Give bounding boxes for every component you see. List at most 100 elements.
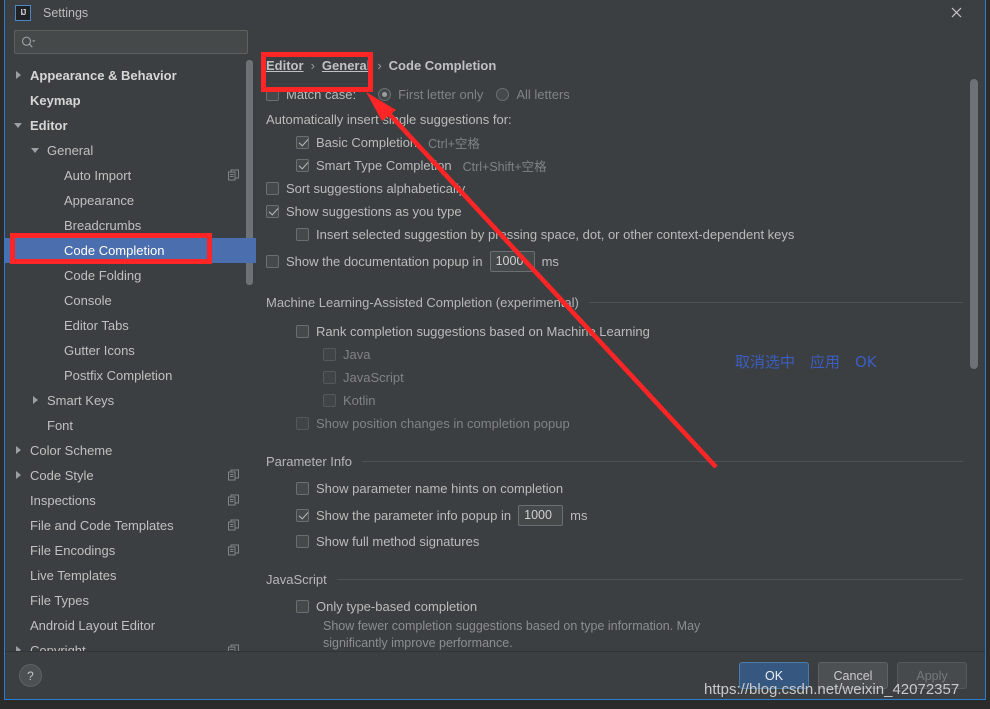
sidebar-item-breadcrumbs[interactable]: Breadcrumbs (5, 213, 256, 238)
sidebar-item-live-templates[interactable]: Live Templates (5, 563, 256, 588)
show-as-you-type-checkbox[interactable] (266, 205, 279, 218)
insert-selected-checkbox[interactable] (296, 228, 309, 241)
copy-icon[interactable] (228, 543, 239, 558)
apply-button[interactable]: Apply (897, 662, 967, 689)
breadcrumb: Editor › General › Code Completion (266, 58, 496, 73)
sidebar-item-inspections[interactable]: Inspections (5, 488, 256, 513)
ml-javascript-row: JavaScript (266, 366, 963, 389)
sidebar-item-android-layout-editor[interactable]: Android Layout Editor (5, 613, 256, 638)
match-case-checkbox[interactable] (266, 87, 279, 101)
first-letter-only-radio[interactable] (378, 87, 392, 101)
copy-icon[interactable] (228, 168, 239, 183)
sidebar-item-label: Code Completion (64, 243, 165, 258)
sidebar-item-copyright[interactable]: Copyright (5, 638, 256, 651)
basic-completion-checkbox[interactable] (296, 136, 309, 149)
ml-javascript-checkbox[interactable] (323, 371, 336, 384)
doc-popup-unit: ms (541, 253, 559, 269)
sidebar-item-auto-import[interactable]: Auto Import (5, 163, 256, 188)
section-divider (362, 460, 963, 462)
chevron-right-icon[interactable] (31, 395, 42, 406)
ml-rank-checkbox[interactable] (296, 325, 309, 338)
copy-icon[interactable] (228, 643, 239, 651)
settings-dialog: IJ Settings Appearance & Behavior Keymap… (4, 0, 986, 700)
sidebar-item-keymap[interactable]: Keymap (5, 88, 256, 113)
chevron-right-icon[interactable] (14, 70, 25, 81)
help-button[interactable]: ? (19, 664, 42, 687)
sidebar-item-label: Appearance (64, 193, 135, 208)
javascript-section-header: JavaScript (266, 569, 963, 589)
search-container (5, 25, 256, 60)
param-info-popup-label: Show the parameter info popup in (316, 507, 512, 523)
sidebar-item-console[interactable]: Console (5, 288, 256, 313)
sidebar-item-general[interactable]: General (5, 138, 256, 163)
sidebar-item-code-completion[interactable]: Code Completion (5, 238, 256, 263)
window-title: Settings (43, 5, 89, 20)
sidebar-item-label: Color Scheme (30, 443, 113, 458)
search-input[interactable] (40, 32, 241, 52)
sidebar-item-label: Breadcrumbs (64, 218, 142, 233)
sidebar-item-label: Editor Tabs (64, 318, 129, 333)
doc-popup-delay-input[interactable]: 1000 (489, 250, 535, 272)
full-method-signatures-checkbox[interactable] (296, 535, 309, 548)
copy-icon[interactable] (228, 468, 239, 483)
only-type-based-checkbox[interactable] (296, 600, 309, 613)
screenshot-root: IJ Settings Appearance & Behavior Keymap… (0, 0, 990, 709)
content-scrollbar-thumb[interactable] (970, 79, 978, 369)
sidebar-item-appearance-behavior[interactable]: Appearance & Behavior (5, 63, 256, 88)
ml-java-checkbox[interactable] (323, 348, 336, 361)
ml-kotlin-checkbox[interactable] (323, 394, 336, 407)
sidebar-item-font[interactable]: Font (5, 413, 256, 438)
ml-position-changes-checkbox[interactable] (296, 417, 309, 430)
all-letters-radio[interactable] (496, 87, 510, 101)
sidebar-item-label: Copyright (30, 643, 86, 651)
sidebar-item-appearance[interactable]: Appearance (5, 188, 256, 213)
sidebar-item-code-style[interactable]: Code Style (5, 463, 256, 488)
param-info-popup-row: Show the parameter info popup in 1000 ms (266, 500, 963, 530)
copy-icon[interactable] (228, 518, 239, 533)
chevron-down-icon[interactable] (14, 120, 25, 131)
cancel-button[interactable]: Cancel (818, 662, 888, 689)
sidebar-item-label: Auto Import (64, 168, 132, 183)
param-info-popup-checkbox[interactable] (296, 508, 309, 522)
settings-tree[interactable]: Appearance & Behavior Keymap Editor General… (5, 60, 256, 651)
sidebar-item-file-and-code-templates[interactable]: File and Code Templates (5, 513, 256, 538)
chevron-right-icon[interactable] (14, 470, 25, 481)
copy-icon[interactable] (228, 493, 239, 508)
breadcrumb-item-general[interactable]: General (322, 58, 370, 73)
sidebar-item-label: Code Style (30, 468, 94, 483)
param-name-hints-checkbox[interactable] (296, 482, 309, 495)
match-case-row: Match case: First letter only All letter… (266, 80, 963, 108)
sidebar-item-smart-keys[interactable]: Smart Keys (5, 388, 256, 413)
settings-content-pane: Editor › General › Code Completion Match… (256, 25, 985, 651)
only-type-based-row: Only type-based completion (266, 595, 963, 618)
smart-type-completion-checkbox[interactable] (296, 159, 309, 172)
search-box[interactable] (14, 30, 248, 54)
dialog-titlebar: IJ Settings (5, 0, 985, 25)
chevron-down-icon[interactable] (31, 145, 42, 156)
sort-alphabetically-label: Sort suggestions alphabetically (286, 181, 466, 196)
sidebar-item-file-encodings[interactable]: File Encodings (5, 538, 256, 563)
sidebar-item-gutter-icons[interactable]: Gutter Icons (5, 338, 256, 363)
param-info-delay-input[interactable]: 1000 (518, 504, 564, 526)
breadcrumb-item-editor[interactable]: Editor (266, 58, 304, 73)
sidebar-item-color-scheme[interactable]: Color Scheme (5, 438, 256, 463)
sidebar-item-file-types[interactable]: File Types (5, 588, 256, 613)
parameter-info-section-header: Parameter Info (266, 451, 963, 471)
sidebar-item-editor[interactable]: Editor (5, 113, 256, 138)
footer-button-group: OK Cancel Apply (739, 662, 967, 689)
dialog-footer: ? OK Cancel Apply (5, 651, 985, 699)
sidebar-item-postfix-completion[interactable]: Postfix Completion (5, 363, 256, 388)
all-letters-label: All letters (516, 86, 570, 102)
doc-popup-checkbox[interactable] (266, 254, 279, 268)
ok-button[interactable]: OK (739, 662, 809, 689)
sidebar-item-label: File Encodings (30, 543, 116, 558)
sidebar-item-editor-tabs[interactable]: Editor Tabs (5, 313, 256, 338)
sidebar-item-code-folding[interactable]: Code Folding (5, 263, 256, 288)
sort-alphabetically-checkbox[interactable] (266, 182, 279, 195)
ml-javascript-label: JavaScript (343, 370, 404, 385)
close-icon[interactable] (945, 3, 967, 23)
chevron-right-icon[interactable] (14, 445, 25, 456)
